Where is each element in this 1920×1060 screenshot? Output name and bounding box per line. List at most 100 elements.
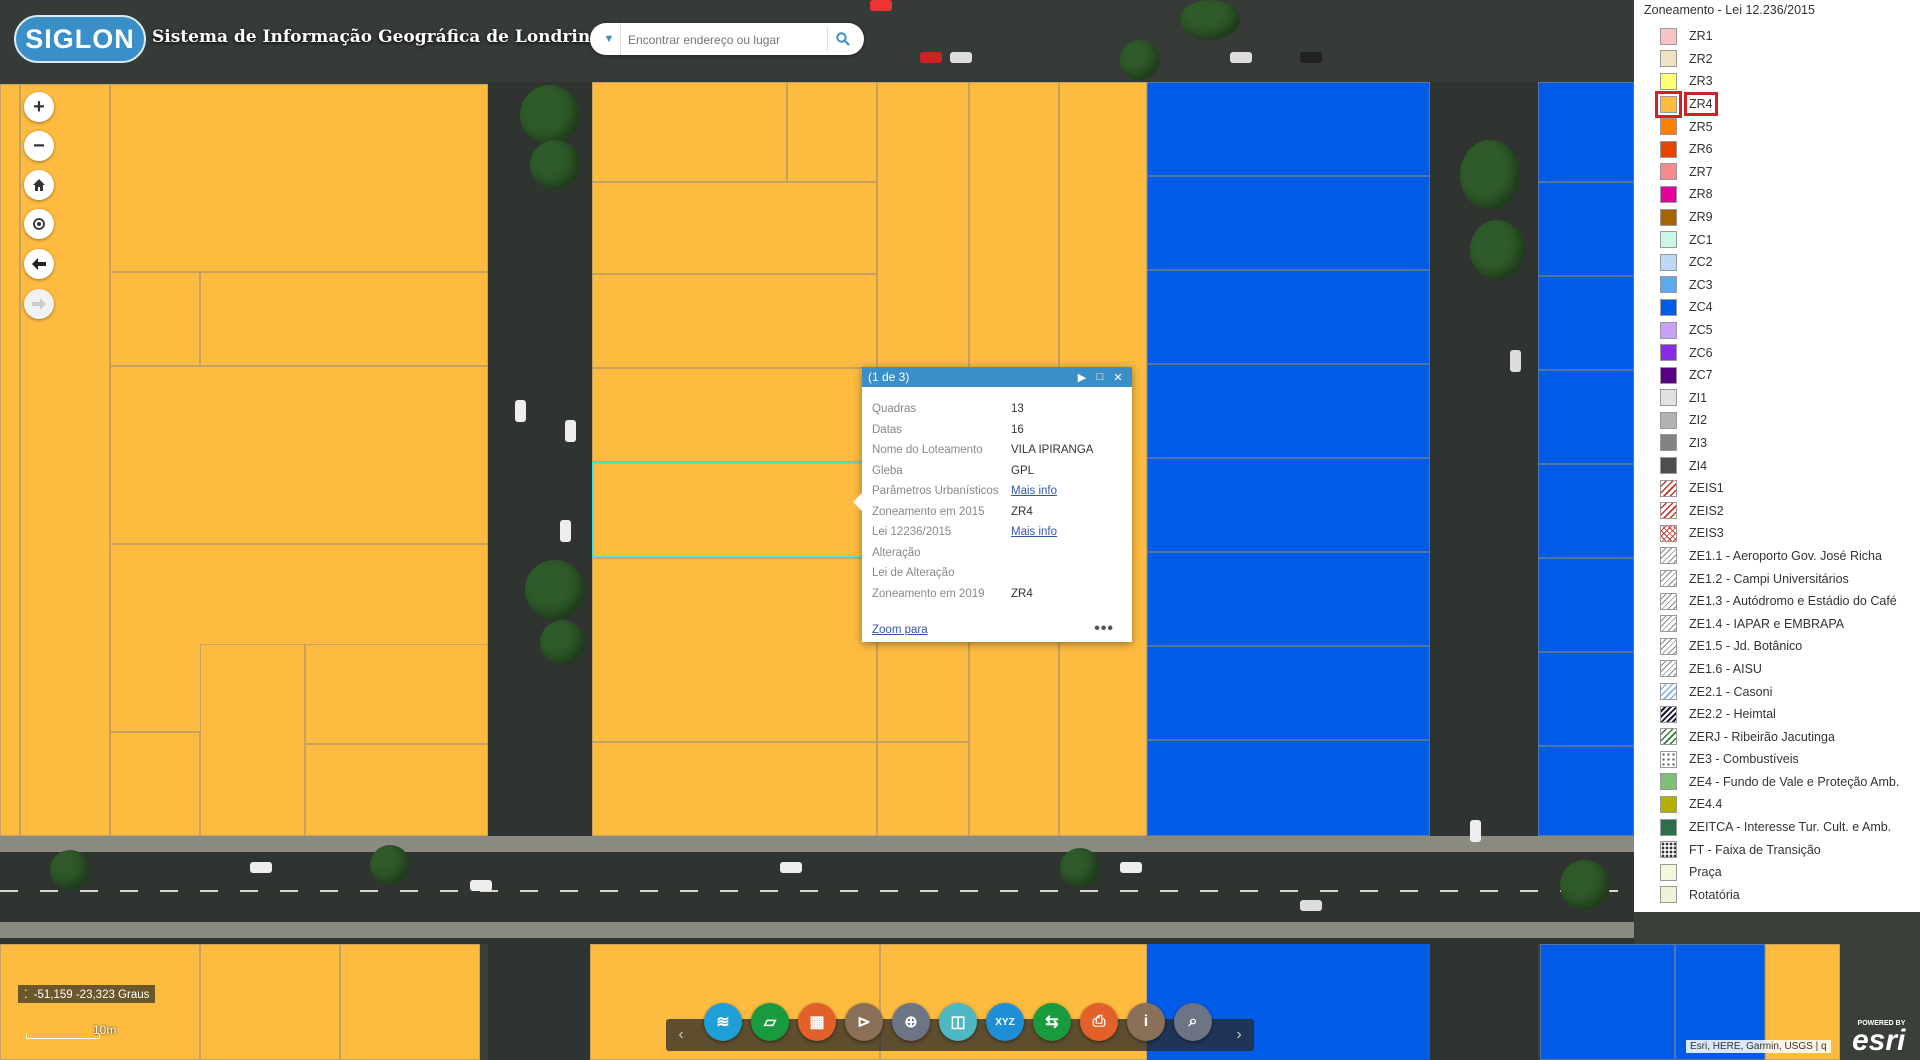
maximize-icon[interactable]: □ (1092, 371, 1108, 383)
parcel[interactable] (592, 82, 787, 182)
parcel[interactable] (1147, 176, 1430, 270)
parcel[interactable] (110, 732, 200, 836)
legend-label: ZC6 (1689, 345, 1713, 360)
xyz-tool[interactable]: XYZ (986, 1003, 1024, 1041)
parcel[interactable] (592, 742, 877, 836)
parcel[interactable] (1147, 740, 1430, 836)
car (470, 880, 492, 891)
legend-swatch (1660, 72, 1677, 90)
filter-tool[interactable]: ⊳ (845, 1003, 883, 1041)
legend-item: ZR5 (1634, 115, 1920, 138)
parcel[interactable] (1538, 652, 1634, 746)
zoom-to-link[interactable]: Zoom para (872, 624, 928, 636)
attribute-row: Datas 16 (872, 420, 1093, 441)
parcel[interactable] (877, 742, 969, 836)
legend-label: ZR6 (1689, 142, 1713, 157)
legend-swatch (1660, 592, 1677, 610)
parcel[interactable] (110, 366, 488, 544)
mais-info-link[interactable]: Mais info (1011, 485, 1057, 497)
zoom-in-button[interactable]: + (24, 92, 54, 122)
toolbar-next-button[interactable]: › (1226, 1019, 1252, 1051)
zone-block-zc4[interactable] (1538, 82, 1634, 836)
parcel[interactable] (1538, 276, 1634, 370)
legend-item: ZEIS1 (1634, 477, 1920, 500)
parcel[interactable] (1538, 558, 1634, 652)
parcel[interactable] (1147, 364, 1430, 458)
attribute-label: Quadras (872, 403, 917, 416)
parcel[interactable] (592, 558, 877, 742)
close-icon[interactable]: ✕ (1110, 371, 1126, 384)
mais-info-link[interactable]: Mais info (1011, 526, 1057, 538)
parcel[interactable] (787, 82, 877, 182)
parcel[interactable] (1538, 182, 1634, 276)
lane-marking (0, 890, 1634, 892)
legend-label: ZC4 (1689, 300, 1713, 315)
parcel[interactable] (1147, 270, 1430, 364)
search-button[interactable] (827, 27, 858, 51)
coordinates-display[interactable]: ⁚ -51,159 -23,323 Graus (18, 985, 156, 1003)
parcel[interactable] (1147, 646, 1430, 740)
more-options-icon[interactable]: ••• (1094, 620, 1114, 638)
selected-parcel[interactable] (592, 462, 877, 558)
popup-count: (1 de 3) (868, 370, 910, 384)
parcel[interactable] (592, 274, 877, 368)
legend-swatch (1660, 276, 1677, 294)
zone-block-zc4[interactable] (1147, 82, 1430, 836)
parcel[interactable] (110, 272, 200, 366)
toolbar-prev-button[interactable]: ‹ (668, 1019, 694, 1051)
print-tool[interactable]: ⎙ (1080, 1003, 1118, 1041)
search-source-dropdown[interactable]: ▼ (598, 23, 621, 55)
measure-tool[interactable]: ▱ (751, 1003, 789, 1041)
search-input[interactable] (626, 29, 820, 51)
parcel[interactable] (200, 644, 305, 836)
swipe-icon: ◫ (950, 1014, 966, 1031)
layers-icon: ≋ (716, 1014, 730, 1031)
location-tool[interactable]: ⊕ (892, 1003, 930, 1041)
parcel[interactable] (592, 368, 877, 462)
legend-label: ZI4 (1689, 458, 1708, 473)
attribute-value: 16 (1011, 423, 1024, 436)
parcel[interactable] (1540, 944, 1675, 1060)
query-tool[interactable]: ⌕ (1174, 1003, 1212, 1041)
parcel[interactable] (340, 944, 480, 1060)
attribute-label: Nome do Loteamento (872, 444, 983, 457)
layers-tool[interactable]: ≋ (704, 1003, 742, 1041)
locate-button[interactable] (24, 209, 54, 239)
share-tool[interactable]: ⇆ (1033, 1003, 1071, 1041)
attribute-row: Alteração (872, 543, 1093, 564)
legend-swatch (1660, 479, 1677, 497)
zone-block-zr4[interactable] (0, 84, 488, 836)
attribute-label: Lei de Alteração (872, 567, 955, 580)
parcel[interactable] (1147, 552, 1430, 646)
next-extent-button[interactable] (24, 289, 54, 319)
legend-swatch (1660, 547, 1677, 565)
attribute-row: Zoneamento em 2015 ZR4 (872, 502, 1093, 523)
home-button[interactable] (24, 170, 54, 200)
attribute-row: Lei de Alteração (872, 563, 1093, 584)
legend-item: ZC1 (1634, 228, 1920, 251)
zoom-out-button[interactable]: − (24, 131, 54, 161)
info-tool[interactable]: i (1127, 1003, 1165, 1041)
parcel[interactable] (110, 84, 488, 272)
swipe-tool[interactable]: ◫ (939, 1003, 977, 1041)
tree (520, 85, 580, 145)
parcel[interactable] (1147, 458, 1430, 552)
previous-extent-button[interactable] (24, 249, 54, 279)
feature-popup: (1 de 3) ▶ □ ✕ Quadras 13 Datas 16 Nome do… (853, 367, 1132, 642)
basemap-tool[interactable]: ▦ (798, 1003, 836, 1041)
parcel[interactable] (0, 84, 20, 836)
parcel[interactable] (1538, 464, 1634, 558)
parcel[interactable] (592, 182, 877, 274)
parcel[interactable] (1147, 82, 1430, 176)
parcel[interactable] (1538, 746, 1634, 836)
parcel[interactable] (1538, 82, 1634, 182)
popup-attributes: Quadras 13 Datas 16 Nome do Loteamento VILA… (872, 399, 1093, 604)
parcel[interactable] (200, 944, 340, 1060)
legend-label: ZEITCA - Interesse Tur. Cult. e Amb. (1689, 820, 1892, 835)
legend-label: FT - Faixa de Transição (1689, 842, 1821, 857)
parcel[interactable] (305, 644, 488, 744)
parcel[interactable] (1538, 370, 1634, 464)
next-feature-icon[interactable]: ▶ (1074, 371, 1090, 384)
parcel[interactable] (200, 272, 488, 366)
parcel[interactable] (305, 744, 488, 836)
